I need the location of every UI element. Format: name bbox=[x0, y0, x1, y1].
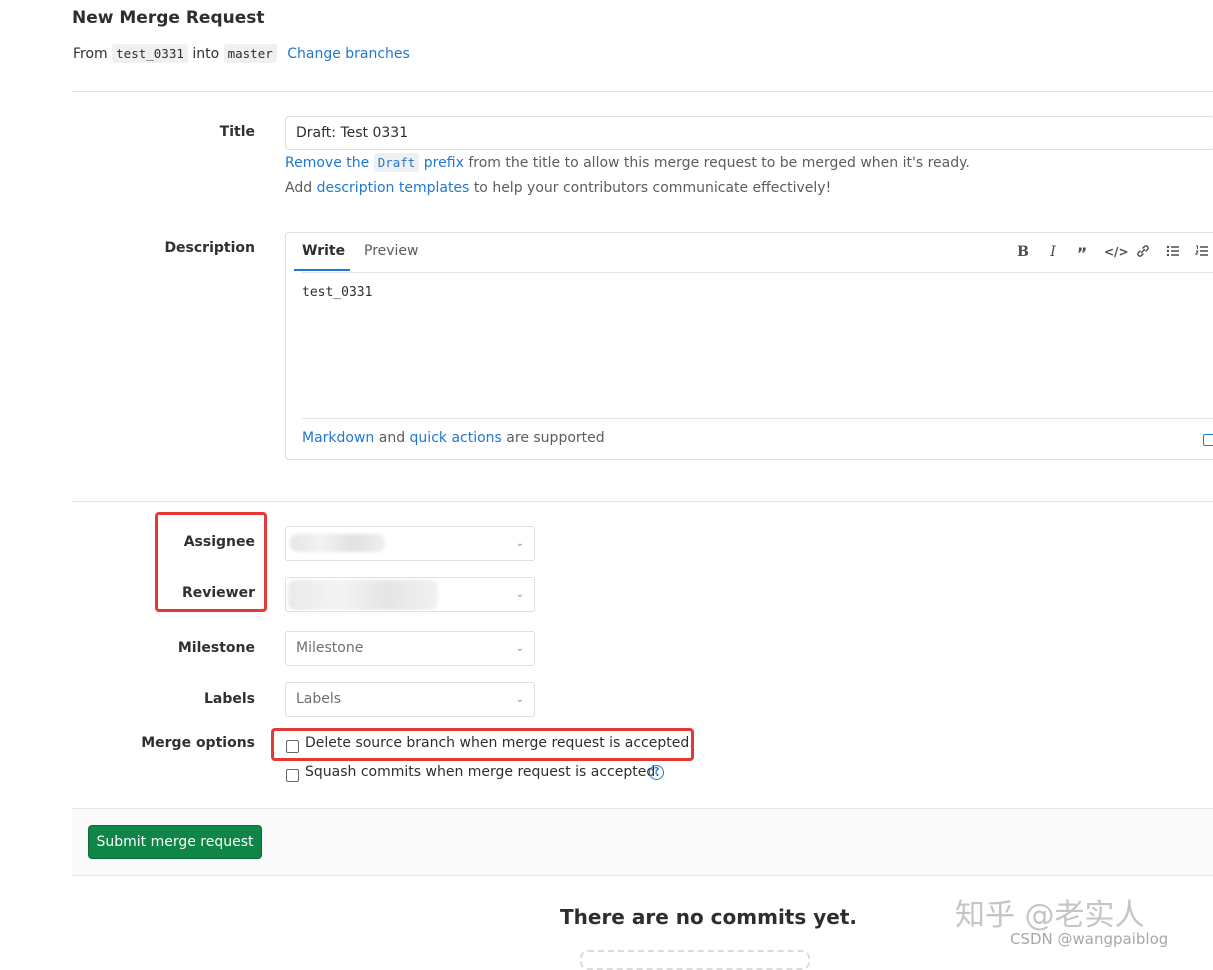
bullet-list-icon[interactable] bbox=[1164, 244, 1182, 262]
quote-icon[interactable]: ” bbox=[1073, 244, 1091, 263]
page-title: New Merge Request bbox=[72, 8, 265, 28]
squash-commits-checkbox[interactable] bbox=[286, 769, 299, 782]
numbered-list-icon[interactable] bbox=[1193, 244, 1211, 262]
divider bbox=[72, 501, 1213, 502]
assignee-value-redacted bbox=[290, 534, 385, 552]
attach-file-icon[interactable] bbox=[1203, 434, 1213, 446]
divider bbox=[72, 91, 1213, 92]
milestone-placeholder: Milestone bbox=[296, 640, 363, 656]
empty-state-illustration bbox=[580, 950, 810, 970]
link-icon[interactable] bbox=[1134, 244, 1152, 262]
source-branch: test_0331 bbox=[112, 44, 188, 63]
merge-options-label: Merge options bbox=[141, 735, 255, 751]
draft-hint-text: from the title to allow this merge reque… bbox=[468, 155, 970, 171]
templates-hint-prefix: Add bbox=[285, 180, 312, 196]
help-icon[interactable]: ? bbox=[649, 765, 664, 780]
milestone-select[interactable]: Milestone ⌄ bbox=[285, 631, 535, 666]
chevron-down-icon: ⌄ bbox=[516, 527, 524, 560]
watermark-csdn: CSDN @wangpaiblog bbox=[1010, 930, 1168, 948]
no-commits-message: There are no commits yet. bbox=[560, 905, 857, 929]
chevron-down-icon: ⌄ bbox=[516, 683, 524, 716]
quick-actions-link[interactable]: quick actions bbox=[410, 430, 502, 446]
code-icon[interactable]: </> bbox=[1104, 245, 1122, 259]
tab-preview[interactable]: Preview bbox=[364, 243, 419, 259]
templates-hint-text: to help your contributors communicate ef… bbox=[474, 180, 831, 196]
labels-placeholder: Labels bbox=[296, 691, 341, 707]
change-branches-link[interactable]: Change branches bbox=[287, 46, 410, 62]
editor-tabs-divider bbox=[302, 272, 1213, 273]
chevron-down-icon: ⌄ bbox=[516, 578, 524, 611]
milestone-label: Milestone bbox=[178, 640, 255, 656]
bold-icon[interactable]: B bbox=[1014, 244, 1032, 260]
footer-supported: are supported bbox=[506, 430, 604, 446]
description-editor bbox=[285, 232, 1213, 460]
watermark-zhihu: 知乎 @老实人 bbox=[955, 890, 1145, 934]
italic-icon[interactable]: I bbox=[1044, 244, 1062, 260]
templates-hint: Add description templates to help your c… bbox=[285, 180, 831, 196]
title-label: Title bbox=[220, 124, 255, 140]
squash-commits-label[interactable]: Squash commits when merge request is acc… bbox=[305, 764, 660, 780]
markdown-link[interactable]: Markdown bbox=[302, 430, 374, 446]
chevron-down-icon: ⌄ bbox=[516, 632, 524, 665]
highlight-box-delete-branch bbox=[271, 728, 694, 761]
reviewer-value-redacted bbox=[288, 580, 438, 610]
labels-label: Labels bbox=[204, 691, 255, 707]
description-label: Description bbox=[164, 240, 255, 256]
tab-write[interactable]: Write bbox=[294, 243, 350, 271]
branch-line: From test_0331 into master Change branch… bbox=[73, 46, 410, 62]
target-branch: master bbox=[224, 44, 277, 63]
editor-footer-divider bbox=[302, 418, 1213, 419]
footer-and: and bbox=[379, 430, 405, 446]
highlight-box-assignee-reviewer bbox=[155, 512, 267, 612]
from-label: From bbox=[73, 46, 108, 62]
description-templates-link[interactable]: description templates bbox=[317, 180, 470, 196]
labels-select[interactable]: Labels ⌄ bbox=[285, 682, 535, 717]
editor-footer: Markdown and quick actions are supported bbox=[302, 430, 605, 446]
title-input[interactable]: Draft: Test 0331 bbox=[285, 116, 1213, 150]
prefix-link[interactable]: prefix bbox=[424, 155, 464, 171]
remove-draft-link[interactable]: Remove the bbox=[285, 155, 369, 171]
submit-merge-request-button[interactable]: Submit merge request bbox=[88, 825, 262, 859]
draft-code: Draft bbox=[374, 153, 420, 172]
draft-hint: Remove the Draft prefix from the title t… bbox=[285, 155, 970, 171]
into-label: into bbox=[192, 46, 219, 62]
description-textarea[interactable]: test_0331 bbox=[302, 285, 372, 300]
